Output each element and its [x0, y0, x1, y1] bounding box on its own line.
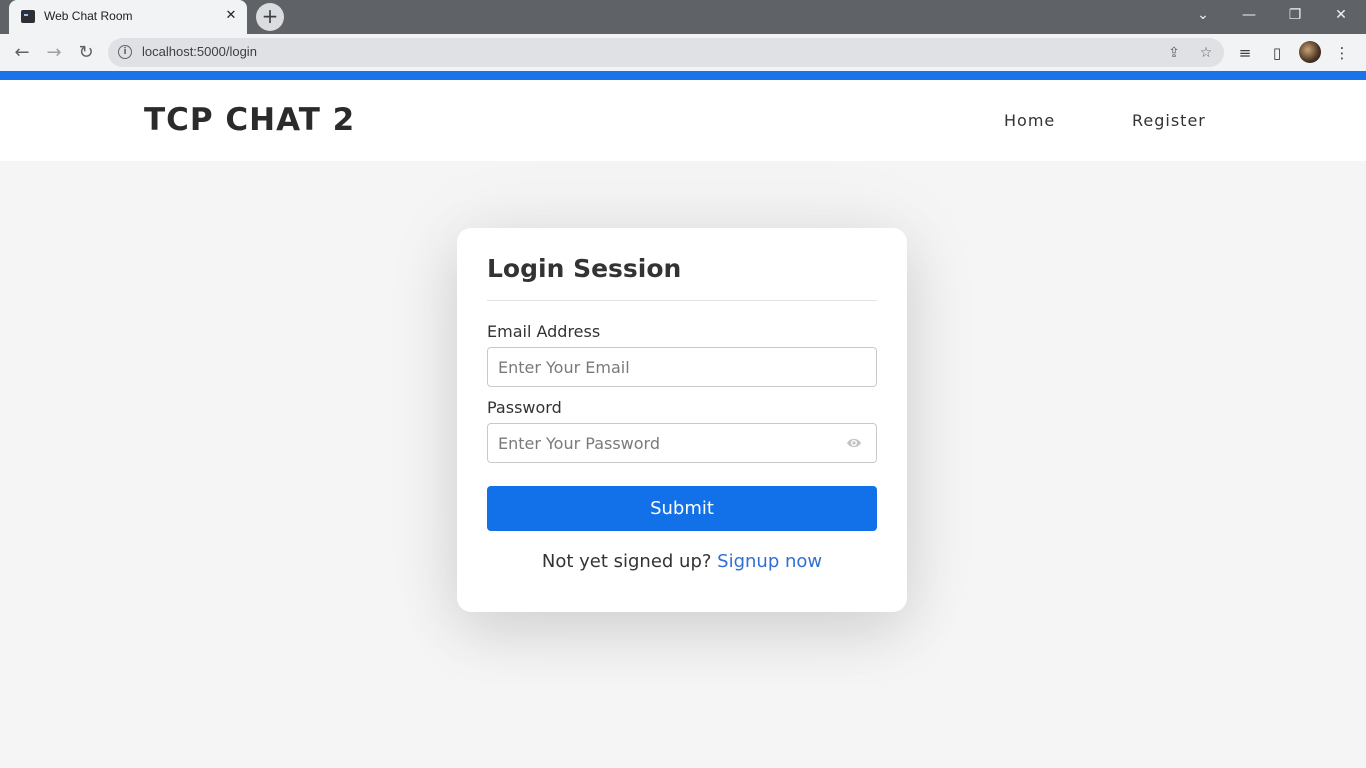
bookmark-star-icon[interactable]: ☆: [1196, 43, 1216, 63]
tab-search-icon[interactable]: ⌄: [1180, 0, 1226, 32]
site-info-icon[interactable]: i: [118, 45, 132, 59]
title-divider: [487, 300, 877, 301]
window-close-icon[interactable]: ✕: [1318, 0, 1364, 32]
nav-link-home[interactable]: Home: [1004, 111, 1055, 130]
share-icon[interactable]: ⇪: [1164, 43, 1184, 63]
login-title: Login Session: [487, 254, 682, 283]
password-label: Password: [487, 398, 562, 417]
signup-row: Not yet signed up? Signup now: [457, 551, 907, 572]
reload-icon[interactable]: ↻: [72, 39, 100, 67]
login-card: Login Session Email Address Password Sub…: [457, 228, 907, 612]
terminal-favicon-icon: [21, 10, 35, 23]
tab-title: Web Chat Room: [44, 9, 133, 23]
menu-kebab-icon[interactable]: ⋮: [1331, 42, 1353, 64]
restore-icon[interactable]: ❐: [1272, 0, 1318, 32]
signup-prompt: Not yet signed up?: [541, 551, 718, 572]
page-accent-bar: [0, 71, 1366, 80]
email-label: Email Address: [487, 322, 601, 341]
browser-toolbar: ← → ↻ i localhost:5000/login ⇪ ☆ ≡ ▯ ⋮: [0, 34, 1366, 71]
new-tab-button[interactable]: +: [256, 3, 284, 31]
close-tab-icon[interactable]: ✕: [221, 6, 241, 26]
browser-tab[interactable]: Web Chat Room ✕: [9, 0, 247, 34]
email-field-wrapper: [487, 347, 877, 387]
side-panel-icon[interactable]: ▯: [1266, 42, 1288, 64]
email-field[interactable]: [488, 348, 848, 386]
minimize-icon[interactable]: —: [1226, 0, 1272, 32]
profile-avatar[interactable]: [1299, 41, 1321, 63]
forward-arrow-icon[interactable]: →: [40, 39, 68, 67]
site-brand[interactable]: TCP CHAT 2: [144, 102, 355, 138]
address-bar[interactable]: i localhost:5000/login ⇪ ☆: [108, 38, 1224, 67]
nav-link-register[interactable]: Register: [1132, 111, 1206, 130]
show-password-eye-icon[interactable]: [846, 436, 862, 450]
back-arrow-icon[interactable]: ←: [8, 39, 36, 67]
password-field[interactable]: [488, 424, 848, 462]
signup-link[interactable]: Signup now: [717, 551, 822, 572]
reading-list-icon[interactable]: ≡: [1234, 42, 1256, 64]
address-url[interactable]: localhost:5000/login: [142, 44, 257, 59]
browser-tabstrip: Web Chat Room ✕ + ⌄ — ❐ ✕: [0, 0, 1366, 34]
password-field-wrapper: [487, 423, 877, 463]
submit-button[interactable]: Submit: [487, 486, 877, 531]
site-header: TCP CHAT 2 Home Register: [0, 80, 1366, 161]
